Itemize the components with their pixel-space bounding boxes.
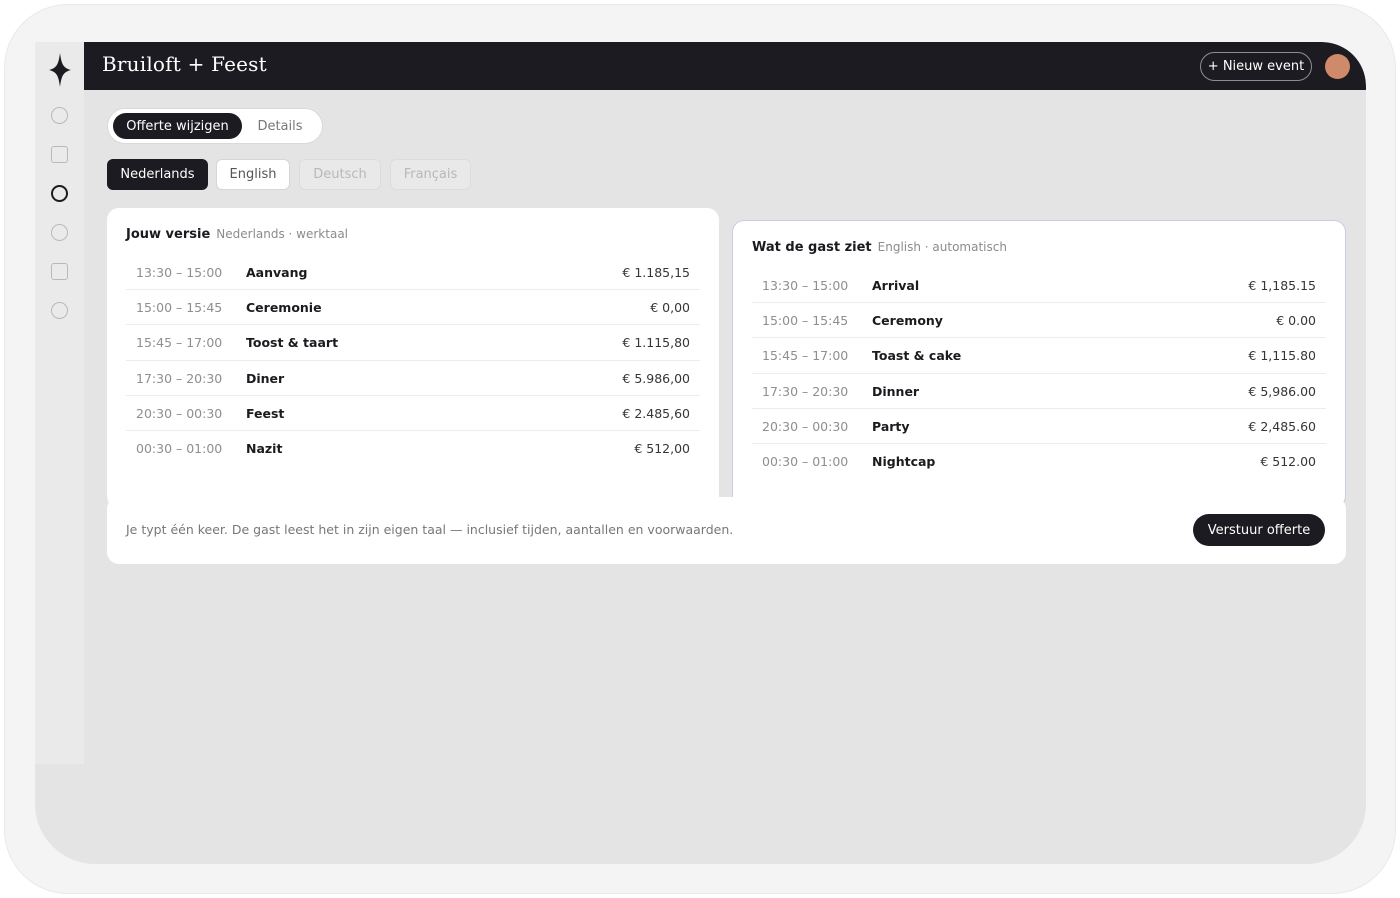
row-time: 15:00 – 15:45 [762,313,849,329]
row-price: € 2.485,60 [622,405,690,421]
program-row: 15:00 – 15:45 Ceremony € 0.00 [752,303,1326,339]
app-screen: Bruiloft + Feest + Nieuw event Offerte w… [35,42,1366,864]
program-row[interactable]: 13:30 – 15:00 Aanvang € 1.185,15 [126,255,700,291]
top-bar: Bruiloft + Feest + Nieuw event [84,42,1366,90]
row-price: € 1,115.80 [1248,348,1316,364]
new-event-button[interactable]: + Nieuw event [1200,52,1312,81]
row-time: 13:30 – 15:00 [762,278,849,293]
lang-button-francais: Français [390,159,471,190]
tab-details[interactable]: Details [248,113,312,139]
row-name: Ceremony [872,313,943,329]
program-row: 15:45 – 17:00 Toast & cake € 1,115.80 [752,338,1326,374]
row-price: € 0,00 [650,300,690,316]
nav-circle-icon-1[interactable] [51,107,68,124]
row-price: € 2,485.60 [1248,418,1316,434]
guest-view-card: Wat de gast ziet English · automatisch 13… [732,220,1346,508]
row-time: 00:30 – 01:00 [136,440,223,456]
row-name: Arrival [872,278,920,293]
row-name: Aanvang [246,265,308,280]
nav-square-icon-2[interactable] [51,263,68,280]
nav-circle-icon-active[interactable] [51,185,68,202]
lang-button-nederlands[interactable]: Nederlands [107,159,208,190]
program-row[interactable]: 17:30 – 20:30 Diner € 5.986,00 [126,361,700,396]
avatar[interactable] [1325,54,1350,79]
row-name: Dinner [872,383,920,399]
row-time: 15:45 – 17:00 [136,335,223,351]
footer-bar: Je typt één keer. De gast leest het in z… [107,497,1346,564]
nav-circle-icon-2[interactable] [51,224,68,241]
program-row[interactable]: 00:30 – 01:00 Nazit € 512,00 [126,431,700,466]
tab-offerte-wijzigen[interactable]: Offerte wijzigen [113,113,242,139]
nav-circle-icon-3[interactable] [51,302,68,319]
your-version-title: Jouw versie [126,227,211,242]
guest-view-title: Wat de gast ziet [752,240,872,255]
program-row[interactable]: 15:45 – 17:00 Toost & taart € 1.115,80 [126,325,700,361]
view-tabs: Offerte wijzigen Details [107,108,323,144]
lang-button-english[interactable]: English [216,159,290,190]
row-price: € 1.185,15 [622,265,690,280]
brand-title: Bruiloft + Feest [102,52,267,76]
nav-square-icon-1[interactable] [51,146,68,163]
row-name: Toost & taart [246,335,339,351]
row-name: Party [872,418,910,434]
lang-button-deutsch: Deutsch [299,159,381,190]
row-name: Nightcap [872,453,936,469]
row-price: € 1.115,80 [622,335,690,351]
your-version-subtitle: Nederlands · werktaal [216,227,349,241]
sidebar-rail [35,42,84,764]
row-name: Ceremonie [246,300,322,316]
row-time: 17:30 – 20:30 [762,383,849,399]
guest-view-list: 13:30 – 15:00 Arrival € 1,185.15 15:00 –… [752,268,1326,479]
row-time: 20:30 – 00:30 [762,418,849,434]
footer-info-text: Je typt één keer. De gast leest het in z… [126,522,734,537]
row-name: Toast & cake [872,348,962,364]
your-version-list: 13:30 – 15:00 Aanvang € 1.185,15 15:00 –… [126,255,700,466]
your-version-card: Jouw versie Nederlands · werktaal 13:30 –… [107,208,719,508]
row-price: € 5.986,00 [622,370,690,386]
guest-view-subtitle: English · automatisch [877,240,1007,254]
program-row: 00:30 – 01:00 Nightcap € 512.00 [752,444,1326,479]
guest-view-header: Wat de gast ziet English · automatisch [752,240,1007,255]
row-name: Nazit [246,440,283,456]
row-name: Diner [246,370,285,386]
program-row: 17:30 – 20:30 Dinner € 5,986.00 [752,374,1326,409]
row-price: € 0.00 [1276,313,1316,329]
row-price: € 1,185.15 [1248,278,1316,293]
program-row: 20:30 – 00:30 Party € 2,485.60 [752,409,1326,444]
row-time: 15:00 – 15:45 [136,300,223,316]
program-row[interactable]: 15:00 – 15:45 Ceremonie € 0,00 [126,290,700,326]
row-time: 13:30 – 15:00 [136,265,223,280]
program-row: 13:30 – 15:00 Arrival € 1,185.15 [752,268,1326,304]
your-version-header: Jouw versie Nederlands · werktaal [126,227,348,242]
row-price: € 512,00 [634,440,690,456]
row-time: 00:30 – 01:00 [762,453,849,469]
row-price: € 512.00 [1260,453,1316,469]
sparkle-icon[interactable] [49,53,71,87]
row-time: 17:30 – 20:30 [136,370,223,386]
row-time: 20:30 – 00:30 [136,405,223,421]
send-offer-button[interactable]: Verstuur offerte [1193,514,1325,546]
program-row[interactable]: 20:30 – 00:30 Feest € 2.485,60 [126,396,700,431]
row-time: 15:45 – 17:00 [762,348,849,364]
row-name: Feest [246,405,285,421]
row-price: € 5,986.00 [1248,383,1316,399]
